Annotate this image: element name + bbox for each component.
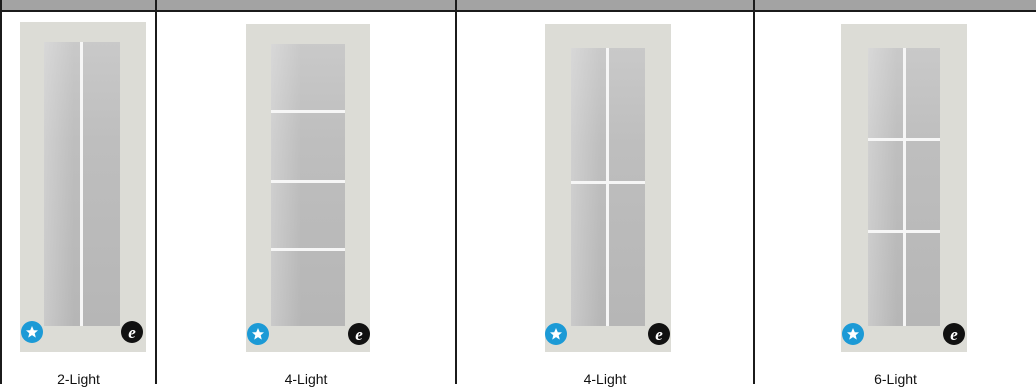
grille-bar [271, 180, 345, 183]
grille-bar [271, 110, 345, 113]
door-glass [44, 42, 120, 326]
door-glass [271, 44, 345, 326]
e-mark-icon: e [943, 323, 965, 345]
door-glass [571, 48, 645, 326]
door-image [545, 24, 671, 352]
door-image [841, 24, 967, 352]
door-image [20, 22, 146, 352]
door-option-cell[interactable]: e 4-Light [457, 12, 753, 387]
door-label: 4-Light [284, 371, 328, 387]
energy-star-icon [545, 323, 567, 345]
door-option-cell[interactable]: e 4-Light [157, 12, 455, 387]
grille-bar [606, 48, 609, 326]
energy-star-icon [21, 321, 43, 343]
e-mark-icon: e [121, 321, 143, 343]
door-option-cell[interactable]: e 6-Light [755, 12, 1036, 387]
door-label: 4-Light [583, 371, 627, 387]
e-mark-icon: e [648, 323, 670, 345]
door-option-cell[interactable]: e 2-Light [2, 12, 155, 387]
grille-bar [868, 230, 940, 233]
grille-bar [868, 138, 940, 141]
door-label: 6-Light [874, 371, 917, 387]
grille-bar [903, 48, 906, 326]
energy-star-icon [842, 323, 864, 345]
grille-bar [571, 181, 645, 184]
energy-star-icon [247, 323, 269, 345]
grille-bar [80, 42, 83, 326]
door-glass [868, 48, 940, 326]
door-label: 2-Light [57, 371, 100, 387]
e-mark-icon: e [348, 323, 370, 345]
grille-bar [271, 248, 345, 251]
door-image [246, 24, 370, 352]
